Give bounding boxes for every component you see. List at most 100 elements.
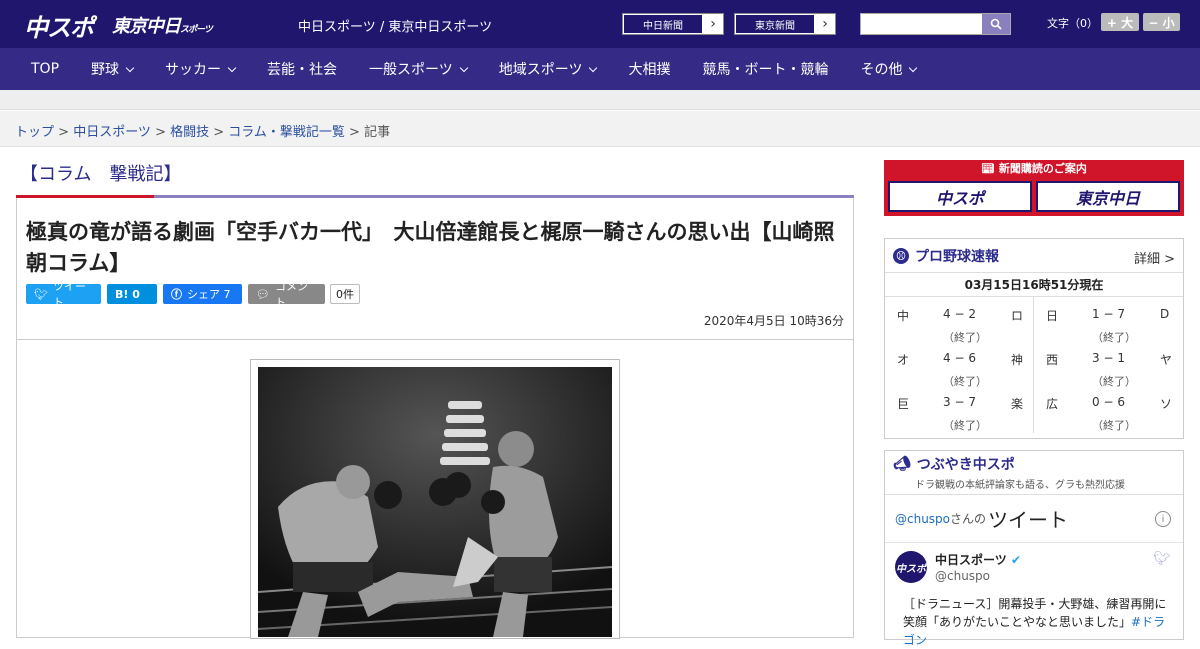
logo-chuspo[interactable]: 中スポ <box>24 8 94 43</box>
breadcrumb-current: 記事 <box>364 125 391 140</box>
baseball-updated-time: 03月15日16時51分現在 <box>885 273 1183 297</box>
twitter-widget-header: 📣︎ つぶやき中スポ ドラ観戦の本紙評論家も語る、グラも熱烈応援 <box>885 451 1183 495</box>
nav-keiba[interactable]: 競馬・ボート・競輪 <box>702 59 828 79</box>
away-team: ヤ <box>1160 353 1173 367</box>
game-results: 中 4 − 2 ロ （終了） オ 4 − 6 神 （終了） 巨 3 − 7 楽 （終了） 日 1 −… <box>885 297 1183 433</box>
site-name: 中日スポーツ / 東京中日スポーツ <box>298 20 493 35</box>
nav-baseball[interactable]: 野球 <box>91 59 135 79</box>
game-status: （終了） <box>1092 375 1136 388</box>
game-status: （終了） <box>1092 419 1136 432</box>
sub-strip <box>0 90 1200 110</box>
score: 3 − 7 <box>943 395 976 409</box>
nav-sumo[interactable]: 大相撲 <box>628 59 670 79</box>
chevron-down-icon <box>227 63 237 72</box>
game-result[interactable]: 巨 3 − 7 楽 （終了） <box>885 389 1033 433</box>
breadcrumb-martial-arts[interactable]: 格闘技 <box>170 125 209 140</box>
home-team: 巨 <box>897 397 910 411</box>
away-team: ロ <box>1011 309 1024 323</box>
search-box <box>860 13 1011 35</box>
chevron-down-icon <box>459 63 468 72</box>
subscription-logos: 中スポ 東京中日 <box>888 181 1180 212</box>
tweets-heading: ツイート <box>988 508 1069 532</box>
avatar[interactable]: 中スポ <box>895 551 927 583</box>
chunichi-shimbun-button[interactable]: 中日新聞 › <box>622 13 724 35</box>
article-photo[interactable] <box>258 367 612 637</box>
font-size-label: 文字（0） <box>1047 17 1098 30</box>
baseball-scoreboard: ⚾︎ プロ野球速報 詳細 > 03月15日16時51分現在 中 4 − 2 ロ （終了… <box>884 238 1184 439</box>
tweet-body: ［ドラニュース］開幕投手・大野雄、練習再開に笑顔「ありがたいことやなと思いました… <box>903 597 1167 629</box>
nav-label: 野球 <box>91 62 120 78</box>
baseball-title: プロ野球速報 <box>915 248 999 265</box>
comment-label: コメント <box>274 280 308 309</box>
breadcrumb-chunichi-sports[interactable]: 中日スポーツ <box>73 125 151 140</box>
breadcrumb: トップ > 中日スポーツ > 格闘技 > コラム・撃戦記一覧 > 記事 <box>15 125 391 140</box>
nav-entertainment[interactable]: 芸能・社会 <box>267 59 337 79</box>
twitter-widget-title-row: 📣︎ つぶやき中スポ <box>893 454 1015 474</box>
tokyo-shimbun-button[interactable]: 東京新聞 › <box>734 13 836 35</box>
search-icon <box>990 18 1002 30</box>
tokyo-shimbun-label: 東京新聞 <box>735 14 815 34</box>
comment-button[interactable]: 💬︎ コメント <box>248 280 325 309</box>
game-result[interactable]: オ 4 − 6 神 （終了） <box>885 345 1033 389</box>
comment-icon: 💬︎ <box>256 287 270 301</box>
tweet-button[interactable]: 🐦︎ ツイート <box>26 280 101 309</box>
section-title: 【コラム 撃戦記】 <box>20 164 182 185</box>
divider <box>16 339 854 340</box>
hatena-button[interactable]: B! 0 <box>107 284 157 304</box>
nav-label: 大相撲 <box>628 62 671 78</box>
breadcrumb-column-list[interactable]: コラム・撃戦記一覧 <box>228 125 345 140</box>
nav-label: 競馬・ボート・競輪 <box>702 62 829 78</box>
megaphone-icon: 📣︎ <box>893 456 911 472</box>
tweet-label: ツイート <box>52 280 86 309</box>
tweets-by-handle[interactable]: @chuspo <box>895 512 950 526</box>
nav-general-sports[interactable]: 一般スポーツ <box>369 59 468 79</box>
tweets-by-suffix: さんの <box>950 512 987 526</box>
subscription-ad-label: 新聞購読のご案内 <box>998 162 1087 175</box>
subscription-ad[interactable]: 📰︎ 新聞購読のご案内 中スポ 東京中日 <box>884 160 1184 216</box>
nav-top[interactable]: TOP <box>31 61 59 77</box>
twitter-widget-title: つぶやき中スポ <box>916 457 1015 473</box>
game-status: （終了） <box>943 375 987 388</box>
baseball-icon: ⚾︎ <box>893 247 909 264</box>
comment-count[interactable]: 0件 <box>330 284 360 304</box>
chevron-down-icon <box>125 63 135 72</box>
tweet-author-label: 中日スポーツ <box>935 553 1007 567</box>
kickboxing-photo-image <box>258 367 612 637</box>
share-buttons: 🐦︎ ツイート B! 0 ⓕ シェア 7 💬︎ コメント <box>26 280 325 309</box>
search-input[interactable] <box>861 14 982 34</box>
breadcrumb-top[interactable]: トップ <box>15 125 54 140</box>
article-title: 極真の竜が語る劇画「空手バカ一代」 大山倍達館長と梶原一騎さんの思い出【山崎照朝… <box>26 220 835 275</box>
away-team: 楽 <box>1011 397 1024 411</box>
game-status: （終了） <box>1092 331 1136 344</box>
score: 0 − 6 <box>1092 395 1125 409</box>
game-result[interactable]: 西 3 − 1 ヤ （終了） <box>1034 345 1183 389</box>
home-team: 中 <box>897 309 910 323</box>
newspaper-icon: 📰︎ <box>981 162 999 175</box>
nav-other[interactable]: その他 <box>860 59 918 79</box>
away-team: 神 <box>1011 353 1024 367</box>
game-result[interactable]: 広 0 − 6 ソ （終了） <box>1034 389 1183 433</box>
logo-tokyo-chunichi[interactable]: 東京中日スポーツ <box>112 12 213 38</box>
font-smaller-button[interactable]: − 小 <box>1143 13 1180 31</box>
tweet-text: ［ドラニュース］開幕投手・大野雄、練習再開に笑顔「ありがたいことやなと思いました… <box>903 595 1171 649</box>
font-larger-button[interactable]: + 大 <box>1101 13 1139 31</box>
info-icon[interactable]: i <box>1155 511 1171 527</box>
tweet-author-handle[interactable]: @chuspo <box>935 569 990 583</box>
home-team: 日 <box>1046 309 1059 323</box>
score: 1 − 7 <box>1092 307 1125 321</box>
twitter-widget-subtitle: ドラ観戦の本紙評論家も語る、グラも熱烈応援 <box>915 480 1125 491</box>
nav-label: サッカー <box>165 62 222 78</box>
subscription-logo-chuspo[interactable]: 中スポ <box>888 181 1032 212</box>
search-button[interactable] <box>982 14 1010 34</box>
tweet[interactable]: 中スポ 中日スポーツ ✔ @chuspo 🐦︎ ［ドラニュース］開幕投手・大野雄… <box>885 543 1183 647</box>
nav-label: 芸能・社会 <box>267 62 338 78</box>
game-result[interactable]: 中 4 − 2 ロ （終了） <box>885 301 1033 345</box>
subscription-logo-tokyo[interactable]: 東京中日 <box>1036 181 1180 212</box>
baseball-more-link[interactable]: 詳細 > <box>1134 248 1175 267</box>
facebook-share-button[interactable]: ⓕ シェア 7 <box>163 284 242 304</box>
nav-regional-sports[interactable]: 地域スポーツ <box>499 59 598 79</box>
nav-soccer[interactable]: サッカー <box>165 59 237 79</box>
game-status: （終了） <box>943 419 987 432</box>
tweet-author-name[interactable]: 中日スポーツ ✔ <box>935 551 1021 568</box>
game-result[interactable]: 日 1 − 7 D （終了） <box>1034 301 1183 345</box>
